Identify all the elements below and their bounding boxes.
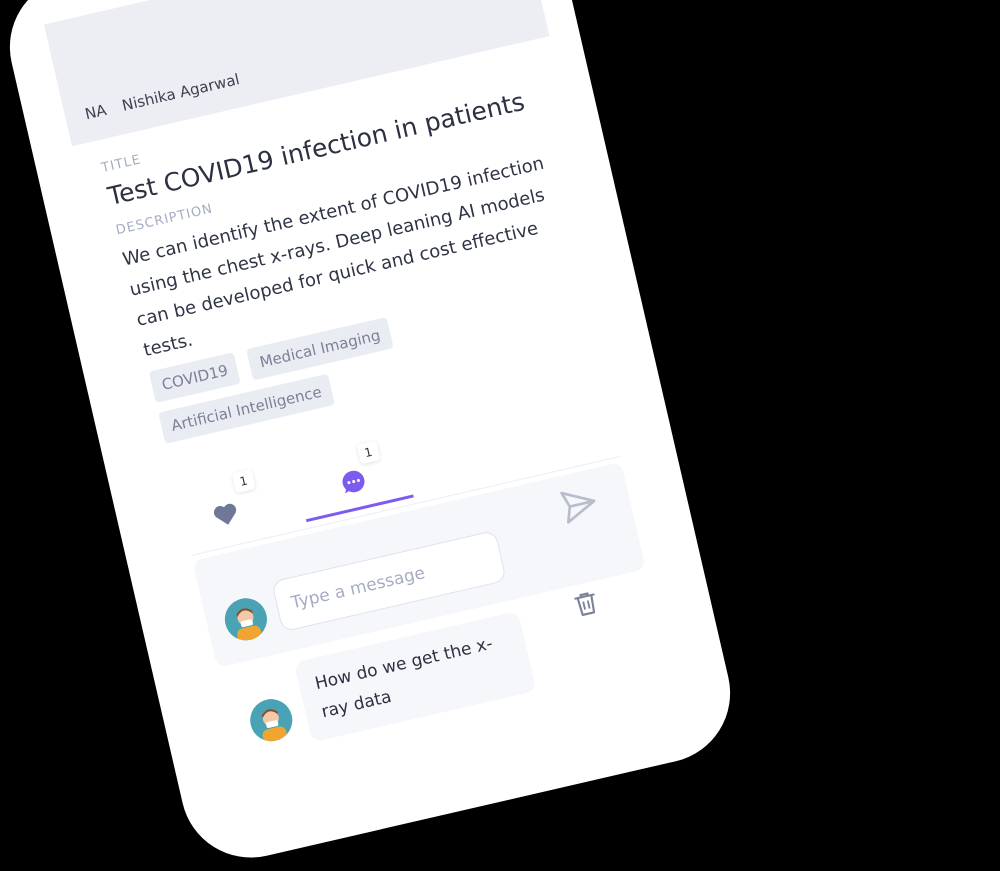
author-initials: NA (83, 100, 109, 124)
trash-icon (572, 592, 604, 624)
heart-icon (210, 500, 242, 533)
chat-bubble-icon (338, 466, 370, 501)
title-label: TITLE (100, 152, 143, 176)
author-name: Nishika Agarwal (120, 70, 242, 115)
post-screen: NA Nishika Agarwal TITLE Test COVID19 in… (0, 0, 744, 871)
delete-comment-button[interactable] (569, 587, 603, 621)
avatar (246, 695, 297, 746)
send-icon (560, 491, 604, 533)
send-button[interactable] (556, 480, 604, 528)
comments-count: 1 (356, 440, 381, 465)
phone-frame: NA Nishika Agarwal TITLE Test COVID19 in… (0, 0, 745, 871)
likes-count: 1 (231, 469, 256, 494)
avatar (220, 594, 272, 645)
